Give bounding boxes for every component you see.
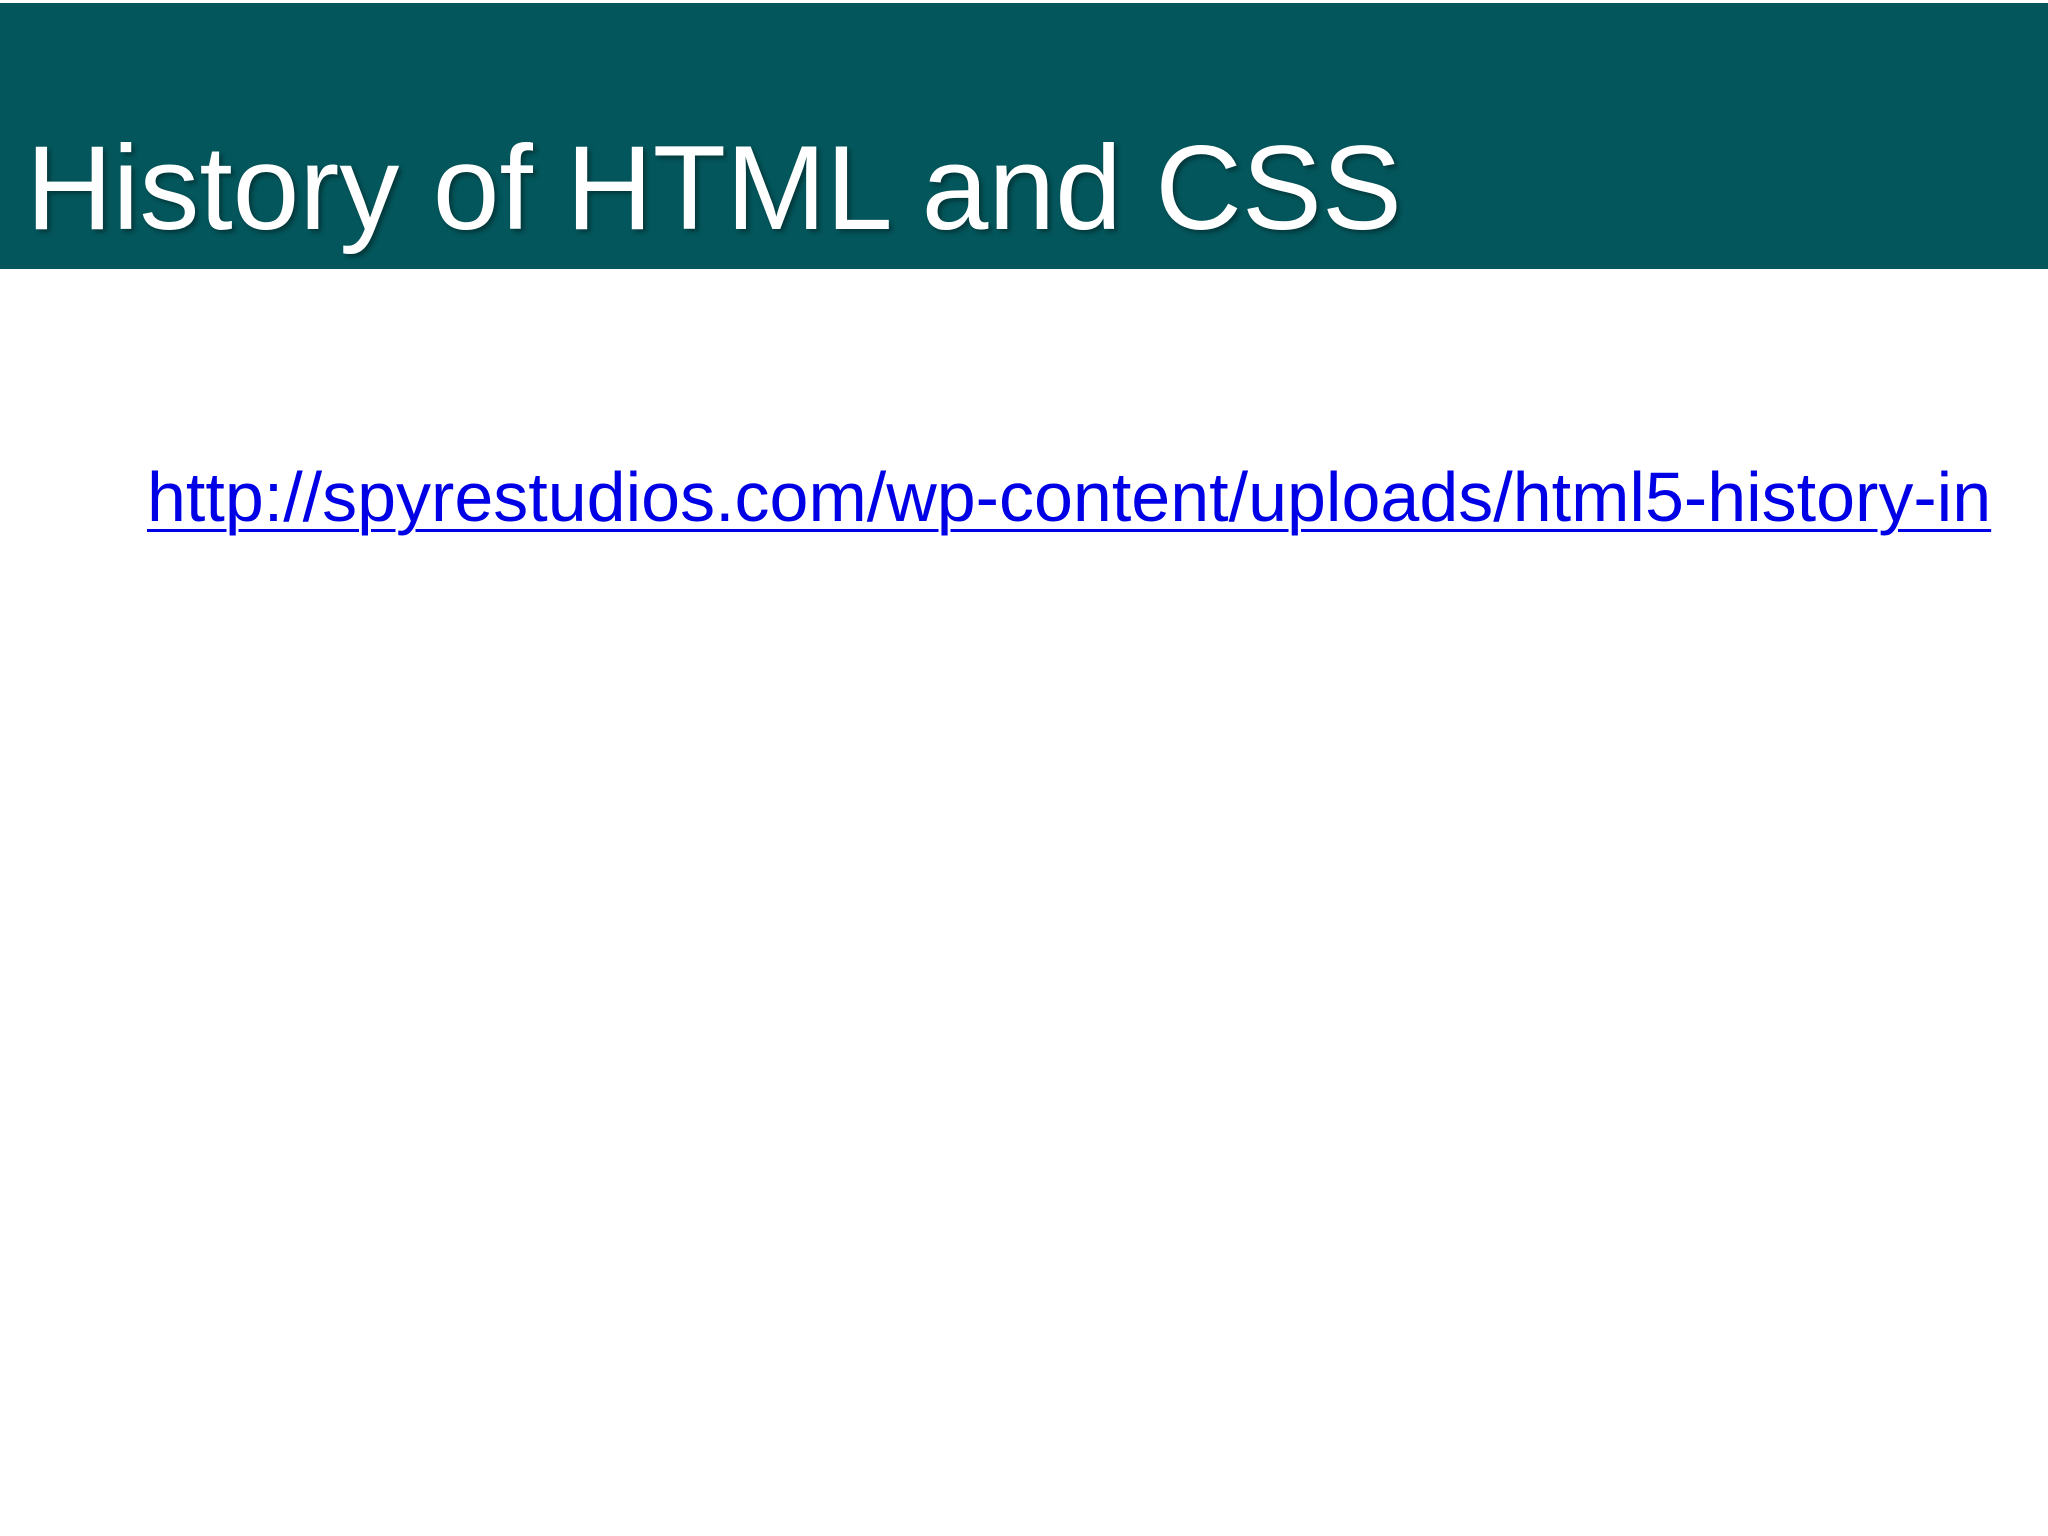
slide-title: History of HTML and CSS	[26, 121, 1402, 255]
history-link[interactable]: http://spyrestudios.com/wp-content/uploa…	[147, 462, 1991, 532]
slide: History of HTML and CSS http://spyrestud…	[0, 0, 2048, 1536]
